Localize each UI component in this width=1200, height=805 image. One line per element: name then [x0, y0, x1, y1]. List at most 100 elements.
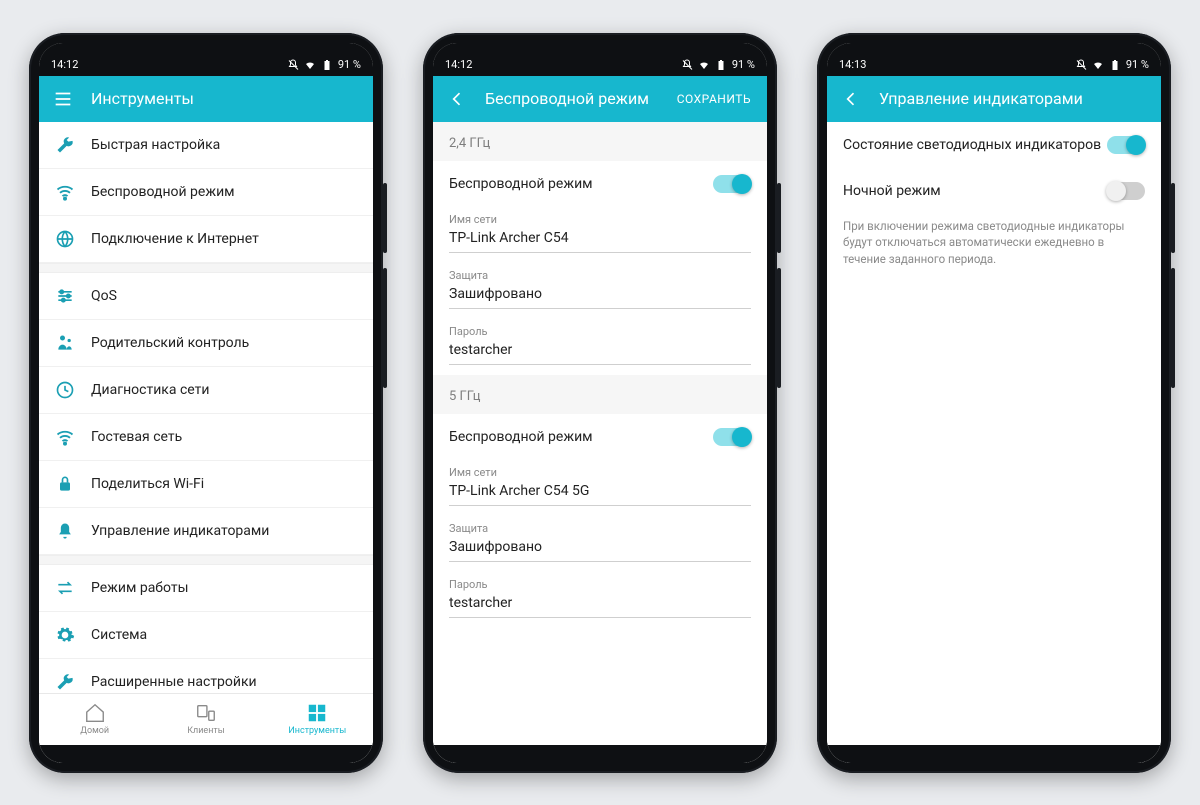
- battery-icon: [321, 59, 333, 71]
- ssid-value: TP-Link Archer C54 5G: [449, 483, 751, 506]
- app-header: Беспроводной режим СОХРАНИТЬ: [433, 76, 767, 122]
- tab-label: Инструменты: [288, 726, 346, 736]
- tools-item[interactable]: Родительский контроль: [39, 320, 373, 367]
- field-label: Имя сети: [449, 213, 751, 226]
- wireless-switch[interactable]: [713, 175, 751, 193]
- bell-icon: [55, 521, 75, 541]
- tools-item[interactable]: Подключение к Интернет: [39, 216, 373, 263]
- wifi-icon: [304, 59, 316, 71]
- tools-item-label: Родительский контроль: [91, 335, 249, 351]
- wireless-toggle-row[interactable]: Беспроводной режим: [433, 161, 767, 207]
- tab-tools[interactable]: Инструменты: [262, 694, 373, 745]
- led-status-label: Состояние светодиодных индикаторов: [843, 137, 1101, 153]
- battery-text: 91 %: [732, 58, 755, 71]
- clock: 14:13: [839, 58, 866, 71]
- diagnostics-icon: [55, 380, 75, 400]
- password-field[interactable]: Парольtestarcher: [433, 319, 767, 375]
- tools-item-label: Гостевая сеть: [91, 429, 182, 445]
- wrench-icon: [55, 135, 75, 155]
- security-field[interactable]: Защита Зашифровано: [433, 516, 767, 572]
- wireless-toggle-row[interactable]: Беспроводной режим: [433, 414, 767, 460]
- wireless-label: Беспроводной режим: [449, 176, 593, 192]
- tools-item-label: Диагностика сети: [91, 382, 209, 398]
- tools-item-label: Беспроводной режим: [91, 184, 235, 200]
- field-label: Защита: [449, 522, 751, 535]
- status-bar: 14:13 91 %: [839, 58, 1149, 72]
- tools-icon: [55, 672, 75, 692]
- battery-text: 91 %: [338, 58, 361, 71]
- tools-item-label: Расширенные настройки: [91, 674, 257, 690]
- password-value: testarcher: [449, 595, 751, 618]
- swap-icon: [55, 578, 75, 598]
- night-mode-desc: При включении режима светодиодные индика…: [827, 214, 1161, 268]
- tab-clients[interactable]: Клиенты: [150, 694, 261, 745]
- tools-item-label: Режим работы: [91, 580, 189, 596]
- globe-icon: [55, 229, 75, 249]
- ssid-field[interactable]: Имя сети TP-Link Archer C54: [433, 207, 767, 263]
- mute-icon: [681, 59, 693, 71]
- night-switch[interactable]: [1107, 182, 1145, 200]
- save-button[interactable]: СОХРАНИТЬ: [677, 92, 761, 106]
- tools-item-label: QoS: [91, 288, 117, 304]
- tools-item[interactable]: Управление индикаторами: [39, 508, 373, 555]
- night-mode-row[interactable]: Ночной режим: [827, 168, 1161, 214]
- band-header: 2,4 ГГц: [433, 122, 767, 161]
- tools-item[interactable]: Диагностика сети: [39, 367, 373, 414]
- wifi-guest-icon: [55, 427, 75, 447]
- clock: 14:12: [445, 58, 472, 71]
- tools-item-label: Управление индикаторами: [91, 523, 269, 539]
- tab-label: Домой: [80, 726, 109, 736]
- tools-item[interactable]: Гостевая сеть: [39, 414, 373, 461]
- battery-icon: [1109, 59, 1121, 71]
- tools-item[interactable]: QoS: [39, 273, 373, 320]
- field-label: Защита: [449, 269, 751, 282]
- sliders-icon: [55, 286, 75, 306]
- tools-item[interactable]: Система: [39, 612, 373, 659]
- tools-item[interactable]: Расширенные настройки: [39, 659, 373, 693]
- band-header: 5 ГГц: [433, 375, 767, 414]
- tab-home[interactable]: Домой: [39, 694, 150, 745]
- page-title: Управление индикаторами: [879, 89, 1155, 108]
- led-status-row[interactable]: Состояние светодиодных индикаторов: [827, 122, 1161, 168]
- tools-item[interactable]: Беспроводной режим: [39, 169, 373, 216]
- back-button[interactable]: [833, 81, 869, 117]
- back-button[interactable]: [439, 81, 475, 117]
- tab-label: Клиенты: [187, 726, 224, 736]
- battery-text: 91 %: [1126, 58, 1149, 71]
- status-bar: 14:12 91 %: [445, 58, 755, 72]
- security-value: Зашифровано: [449, 539, 751, 562]
- wifi-icon: [698, 59, 710, 71]
- security-value: Зашифровано: [449, 286, 751, 309]
- status-bar: 14:12 91 %: [51, 58, 361, 72]
- field-label: Имя сети: [449, 466, 751, 479]
- ssid-field[interactable]: Имя сети TP-Link Archer C54 5G: [433, 460, 767, 516]
- mute-icon: [287, 59, 299, 71]
- gear-icon: [55, 625, 75, 645]
- ssid-value: TP-Link Archer C54: [449, 230, 751, 253]
- wifi-icon: [1092, 59, 1104, 71]
- parental-icon: [55, 333, 75, 353]
- mute-icon: [1075, 59, 1087, 71]
- phone-wireless: 14:12 91 % Беспроводной режим СОХРАНИТЬ …: [423, 33, 777, 773]
- page-title: Инструменты: [91, 89, 367, 108]
- share-icon: [55, 474, 75, 494]
- wifi-icon: [55, 182, 75, 202]
- night-mode-label: Ночной режим: [843, 183, 941, 199]
- tools-item[interactable]: Быстрая настройка: [39, 122, 373, 169]
- app-header: Инструменты: [39, 76, 373, 122]
- battery-icon: [715, 59, 727, 71]
- wireless-switch[interactable]: [713, 428, 751, 446]
- tools-item[interactable]: Режим работы: [39, 565, 373, 612]
- password-value: testarcher: [449, 342, 751, 365]
- app-header: Управление индикаторами: [827, 76, 1161, 122]
- tools-item-label: Поделиться Wi-Fi: [91, 476, 204, 492]
- field-label: Пароль: [449, 578, 751, 591]
- menu-button[interactable]: [45, 81, 81, 117]
- security-field[interactable]: Защита Зашифровано: [433, 263, 767, 319]
- password-field[interactable]: Пароль testarcher: [433, 572, 767, 628]
- bottom-tabs: Домой Клиенты Инструменты: [39, 693, 373, 745]
- phone-led: 14:13 91 % Управление индикаторами Состо…: [817, 33, 1171, 773]
- tools-item-label: Подключение к Интернет: [91, 231, 259, 247]
- tools-item[interactable]: Поделиться Wi-Fi: [39, 461, 373, 508]
- led-switch[interactable]: [1107, 136, 1145, 154]
